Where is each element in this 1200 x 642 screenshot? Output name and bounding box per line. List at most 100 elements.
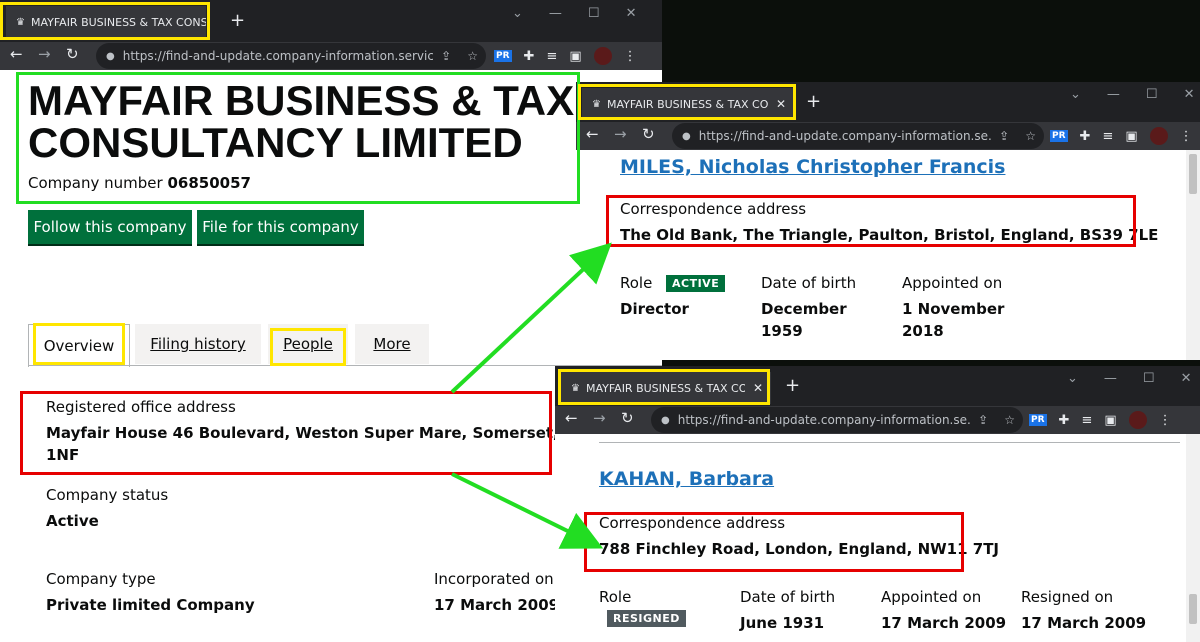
window-controls: ⌄ — ☐ ✕ [1070,87,1194,102]
new-tab-icon[interactable]: + [785,375,800,396]
scrollbar-thumb[interactable] [1189,154,1197,194]
registered-office-line2: 1NF [46,446,80,464]
maximize-icon[interactable]: ☐ [1143,371,1155,386]
puzzle-icon[interactable]: ✚ [1059,413,1070,428]
puzzle-icon[interactable]: ✚ [524,49,535,64]
tab-filing-history[interactable]: Filing history [135,324,261,364]
chevron-down-icon[interactable]: ⌄ [512,6,523,21]
resigned-value: 17 March 2009 [1021,614,1147,632]
minimize-icon[interactable]: — [1107,87,1120,102]
tab-more[interactable]: More [355,324,429,364]
extensions-area: PR ✚ ≡ ▣ ⋮ [1029,411,1172,429]
browser-tab[interactable]: ♛ MAYFAIR BUSINESS & TAX CONS ✕ [582,88,794,120]
address-bar[interactable]: ● https://find-and-update.company-inform… [651,407,1023,433]
appointed-label: Appointed on [902,274,1003,292]
page-content: MILES, Nicholas Christopher Francis Corr… [576,150,1200,360]
tab-strip: ♛ MAYFAIR BUSINESS & TAX CONS + ⌄ — ☐ ✕ [0,0,662,42]
sidepanel-icon[interactable]: ▣ [1104,413,1116,428]
tab-title: MAYFAIR BUSINESS & TAX CONS [30,15,206,29]
forward-icon[interactable]: → [38,45,51,63]
menu-icon[interactable]: ⋮ [1180,129,1193,144]
extensions-area: PR ✚ ≡ ▣ ⋮ [494,47,637,65]
browser-tab[interactable]: ♛ MAYFAIR BUSINESS & TAX CONS ✕ [561,372,771,404]
browser-tab[interactable]: ♛ MAYFAIR BUSINESS & TAX CONS [6,6,206,38]
address-bar[interactable]: ● https://find-and-update.company-inform… [96,43,486,69]
avatar[interactable] [1128,411,1147,429]
forward-icon[interactable]: → [593,409,606,427]
close-window-icon[interactable]: ✕ [1184,87,1195,102]
browser-window-miles: ♛ MAYFAIR BUSINESS & TAX CONS ✕ + ⌄ — ☐ … [576,82,1200,360]
avatar[interactable] [1149,127,1168,145]
bookmark-star-icon[interactable]: ☆ [1025,129,1036,143]
registered-office-line1: Mayfair House 46 Boulevard, Weston Super… [46,424,608,442]
dob-line2: 1959 [761,322,803,340]
share-icon[interactable]: ⇪ [441,49,451,63]
crown-icon: ♛ [571,382,580,394]
media-icon[interactable]: ≡ [1102,129,1113,144]
reload-icon[interactable]: ↻ [642,125,655,143]
officer-name-link[interactable]: KAHAN, Barbara [599,468,774,490]
puzzle-icon[interactable]: ✚ [1080,129,1091,144]
lock-icon: ● [106,50,115,62]
minimize-icon[interactable]: — [549,6,562,21]
sidepanel-icon[interactable]: ▣ [569,49,581,64]
company-name: MAYFAIR BUSINESS & TAX CONSULTANCY LIMIT… [28,80,574,164]
scrollbar-thumb[interactable] [1189,594,1197,624]
tab-people[interactable]: People [268,324,348,364]
file-company-button[interactable]: File for this company [197,210,364,244]
back-icon[interactable]: ← [565,409,578,427]
minimize-icon[interactable]: — [1104,371,1117,386]
back-icon[interactable]: ← [10,45,23,63]
menu-icon[interactable]: ⋮ [624,49,637,64]
maximize-icon[interactable]: ☐ [1146,87,1158,102]
company-number-value: 06850057 [167,174,251,192]
reload-icon[interactable]: ↻ [66,45,79,63]
company-status-label: Company status [46,486,169,504]
media-icon[interactable]: ≡ [546,49,557,64]
lock-icon: ● [682,130,691,142]
crown-icon: ♛ [592,98,601,110]
maximize-icon[interactable]: ☐ [588,6,600,21]
scrollbar[interactable] [1186,434,1200,642]
reload-icon[interactable]: ↻ [621,409,634,427]
pr-extension-icon[interactable]: PR [1050,130,1068,142]
chevron-down-icon[interactable]: ⌄ [1070,87,1081,102]
pr-extension-icon[interactable]: PR [494,50,512,62]
tab-overview[interactable]: Overview [28,324,130,367]
company-type-label: Company type [46,570,156,588]
company-number-label: Company number [28,174,163,192]
status-badge: RESIGNED [607,610,686,627]
company-status-value: Active [46,512,99,530]
menu-icon[interactable]: ⋮ [1159,413,1172,428]
close-window-icon[interactable]: ✕ [1181,371,1192,386]
back-icon[interactable]: ← [586,125,599,143]
dob-value: June 1931 [740,614,825,632]
section-divider [599,442,1180,443]
role-label: Role [599,588,632,606]
new-tab-icon[interactable]: + [230,10,245,31]
close-tab-icon[interactable]: ✕ [753,381,763,395]
media-icon[interactable]: ≡ [1081,413,1092,428]
officer-name-link[interactable]: MILES, Nicholas Christopher Francis [620,156,1005,178]
scrollbar[interactable] [1186,150,1200,360]
pr-extension-icon[interactable]: PR [1029,414,1047,426]
bookmark-star-icon[interactable]: ☆ [467,49,478,63]
browser-window-kahan: ♛ MAYFAIR BUSINESS & TAX CONS ✕ + ⌄ — ☐ … [555,366,1200,642]
follow-company-button[interactable]: Follow this company [28,210,192,244]
bookmark-star-icon[interactable]: ☆ [1004,413,1015,427]
status-badge: ACTIVE [666,275,726,292]
address-bar[interactable]: ● https://find-and-update.company-inform… [672,123,1044,149]
sidepanel-icon[interactable]: ▣ [1125,129,1137,144]
forward-icon[interactable]: → [614,125,627,143]
close-tab-icon[interactable]: ✕ [776,97,786,111]
share-icon[interactable]: ⇪ [978,413,988,427]
window-controls: ⌄ — ☐ ✕ [1067,371,1191,386]
company-name-line2: CONSULTANCY LIMITED [28,119,523,166]
share-icon[interactable]: ⇪ [999,129,1009,143]
avatar[interactable] [593,47,612,65]
chevron-down-icon[interactable]: ⌄ [1067,371,1078,386]
tab-title: MAYFAIR BUSINESS & TAX CONS [606,97,768,111]
new-tab-icon[interactable]: + [806,91,821,112]
close-window-icon[interactable]: ✕ [626,6,637,21]
url-text: https://find-and-update.company-informat… [698,129,992,143]
